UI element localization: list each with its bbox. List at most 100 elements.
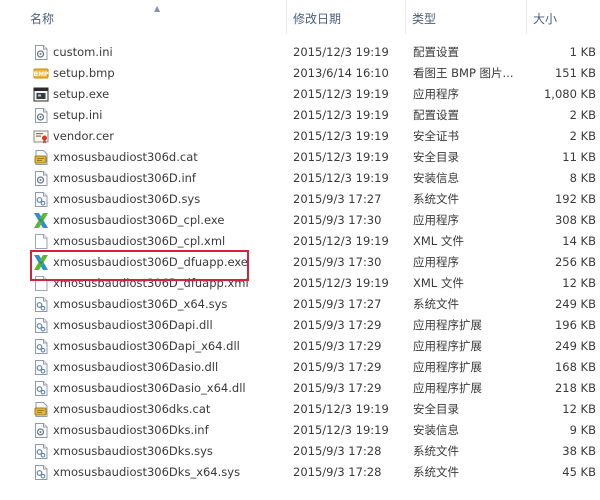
- file-row[interactable]: xmosusbaudiost306dks.cat 2015/12/3 19:19 安…: [0, 399, 600, 420]
- file-modified-date: 2015/12/3 19:19: [293, 423, 389, 437]
- cer-icon: [33, 128, 49, 145]
- file-row[interactable]: xmosusbaudiost306Dks_x64.sys 2015/9/3 17:…: [0, 462, 600, 483]
- file-type: 应用程序: [413, 255, 459, 269]
- file-type: 应用程序扩展: [413, 339, 482, 353]
- file-type: 系统文件: [413, 444, 459, 458]
- file-size: 218 KB: [554, 381, 596, 395]
- file-size: 249 KB: [554, 297, 596, 311]
- file-modified-date: 2015/12/3 19:19: [293, 45, 389, 59]
- file-type: 安全目录: [413, 402, 459, 416]
- dll-icon: [33, 359, 49, 376]
- file-type: 配置设置: [413, 108, 459, 122]
- file-name: custom.ini: [53, 45, 113, 59]
- xmos-icon: [33, 212, 49, 229]
- file-modified-date: 2015/12/3 19:19: [293, 171, 389, 185]
- dll-icon: [33, 380, 49, 397]
- file-type: 配置设置: [413, 45, 459, 59]
- file-modified-date: 2015/12/3 19:19: [293, 276, 389, 290]
- file-row[interactable]: xmosusbaudiost306D.sys 2015/9/3 17:27 系统文件…: [0, 189, 600, 210]
- file-row[interactable]: xmosusbaudiost306Dapi.dll 2015/9/3 17:29 应…: [0, 315, 600, 336]
- file-modified-date: 2015/9/3 17:29: [293, 360, 382, 374]
- file-type: 系统文件: [413, 297, 459, 311]
- file-size: 12 KB: [562, 276, 596, 290]
- file-size: 168 KB: [554, 360, 596, 374]
- file-type: 应用程序: [413, 87, 459, 101]
- file-row[interactable]: xmosusbaudiost306D.inf 2015/12/3 19:19 安装信…: [0, 168, 600, 189]
- bmp-icon: BMP: [33, 65, 49, 82]
- cat-icon: [33, 401, 49, 418]
- file-row[interactable]: xmosusbaudiost306D_cpl.xml 2015/12/3 19:1…: [0, 231, 600, 252]
- file-modified-date: 2015/9/3 17:29: [293, 381, 382, 395]
- file-type: 系统文件: [413, 465, 459, 479]
- exe-icon: [33, 86, 49, 103]
- file-row[interactable]: xmosusbaudiost306Dapi_x64.dll 2015/9/3 17…: [0, 336, 600, 357]
- file-type: 应用程序扩展: [413, 360, 482, 374]
- file-name: xmosusbaudiost306D_cpl.xml: [53, 234, 226, 248]
- file-name: xmosusbaudiost306d.cat: [53, 150, 198, 164]
- file-size: 45 KB: [562, 465, 596, 479]
- inf-icon: [33, 170, 49, 187]
- file-modified-date: 2015/9/3 17:29: [293, 339, 382, 353]
- file-row[interactable]: xmosusbaudiost306d.cat 2015/12/3 19:19 安全目…: [0, 147, 600, 168]
- file-row[interactable]: xmosusbaudiost306D_cpl.exe 2015/9/3 17:30…: [0, 210, 600, 231]
- sys-icon: [33, 296, 49, 313]
- file-type: 应用程序: [413, 213, 459, 227]
- file-modified-date: 2015/12/3 19:19: [293, 150, 389, 164]
- file-name: xmosusbaudiost306D_cpl.exe: [53, 213, 225, 227]
- file-size: 38 KB: [562, 444, 596, 458]
- file-name: xmosusbaudiost306Dasio.dll: [53, 360, 219, 374]
- file-size: 14 KB: [562, 234, 596, 248]
- file-modified-date: 2015/12/3 19:19: [293, 87, 389, 101]
- file-row[interactable]: xmosusbaudiost306Dks.sys 2015/9/3 17:28 系统…: [0, 441, 600, 462]
- dll-icon: [33, 317, 49, 334]
- file-name: vendor.cer: [53, 129, 114, 143]
- file-modified-date: 2015/9/3 17:30: [293, 255, 382, 269]
- column-header-date[interactable]: 修改日期: [286, 0, 404, 34]
- inf-icon: [33, 422, 49, 439]
- file-name: setup.exe: [53, 87, 110, 101]
- file-name: xmosusbaudiost306dks.cat: [53, 402, 211, 416]
- file-size: 192 KB: [554, 192, 596, 206]
- column-header-size[interactable]: 大小: [526, 0, 600, 34]
- highlight-box: [30, 250, 249, 281]
- file-size: 1 KB: [569, 45, 596, 59]
- file-size: 308 KB: [554, 213, 596, 227]
- file-modified-date: 2015/9/3 17:30: [293, 213, 382, 227]
- file-type: 安全目录: [413, 150, 459, 164]
- file-row[interactable]: xmosusbaudiost306Dasio.dll 2015/9/3 17:29…: [0, 357, 600, 378]
- file-modified-date: 2015/9/3 17:27: [293, 297, 382, 311]
- file-type: 安装信息: [413, 423, 459, 437]
- file-name: xmosusbaudiost306Dasio_x64.dll: [53, 381, 246, 395]
- file-row[interactable]: setup.ini 2015/12/3 19:19 配置设置 2 KB: [0, 105, 600, 126]
- ini-icon: [33, 44, 49, 61]
- file-type: 应用程序扩展: [413, 318, 482, 332]
- sys-icon: [33, 191, 49, 208]
- file-size: 256 KB: [554, 255, 596, 269]
- file-modified-date: 2015/12/3 19:19: [293, 234, 389, 248]
- file-modified-date: 2015/9/3 17:29: [293, 318, 382, 332]
- file-name: xmosusbaudiost306Dapi.dll: [53, 318, 213, 332]
- file-size: 151 KB: [554, 66, 596, 80]
- file-type: 安全证书: [413, 129, 459, 143]
- file-size: 1,080 KB: [543, 87, 596, 101]
- file-row[interactable]: xmosusbaudiost306Dks.inf 2015/12/3 19:19 安…: [0, 420, 600, 441]
- file-name: xmosusbaudiost306Dapi_x64.dll: [53, 339, 240, 353]
- xml-icon: [33, 233, 49, 250]
- file-size: 2 KB: [569, 129, 596, 143]
- file-row[interactable]: vendor.cer 2015/12/3 19:19 安全证书 2 KB: [0, 126, 600, 147]
- file-name: xmosusbaudiost306Dks_x64.sys: [53, 465, 241, 479]
- file-name: xmosusbaudiost306Dks.sys: [53, 444, 213, 458]
- file-modified-date: 2015/12/3 19:19: [293, 129, 389, 143]
- file-modified-date: 2015/9/3 17:27: [293, 192, 382, 206]
- file-row[interactable]: xmosusbaudiost306D_x64.sys 2015/9/3 17:27…: [0, 294, 600, 315]
- file-size: 196 KB: [554, 318, 596, 332]
- file-size: 249 KB: [554, 339, 596, 353]
- file-row[interactable]: custom.ini 2015/12/3 19:19 配置设置 1 KB: [0, 42, 600, 63]
- dll-icon: [33, 338, 49, 355]
- file-name: setup.ini: [53, 108, 103, 122]
- file-row[interactable]: BMP setup.bmp 2013/6/14 16:10 看图王 BMP 图片...…: [0, 63, 600, 84]
- column-header-name[interactable]: 名称: [24, 0, 286, 34]
- file-row[interactable]: xmosusbaudiost306Dasio_x64.dll 2015/9/3 1…: [0, 378, 600, 399]
- column-header-type[interactable]: 类型: [405, 0, 525, 34]
- file-row[interactable]: setup.exe 2015/12/3 19:19 应用程序 1,080 KB: [0, 84, 600, 105]
